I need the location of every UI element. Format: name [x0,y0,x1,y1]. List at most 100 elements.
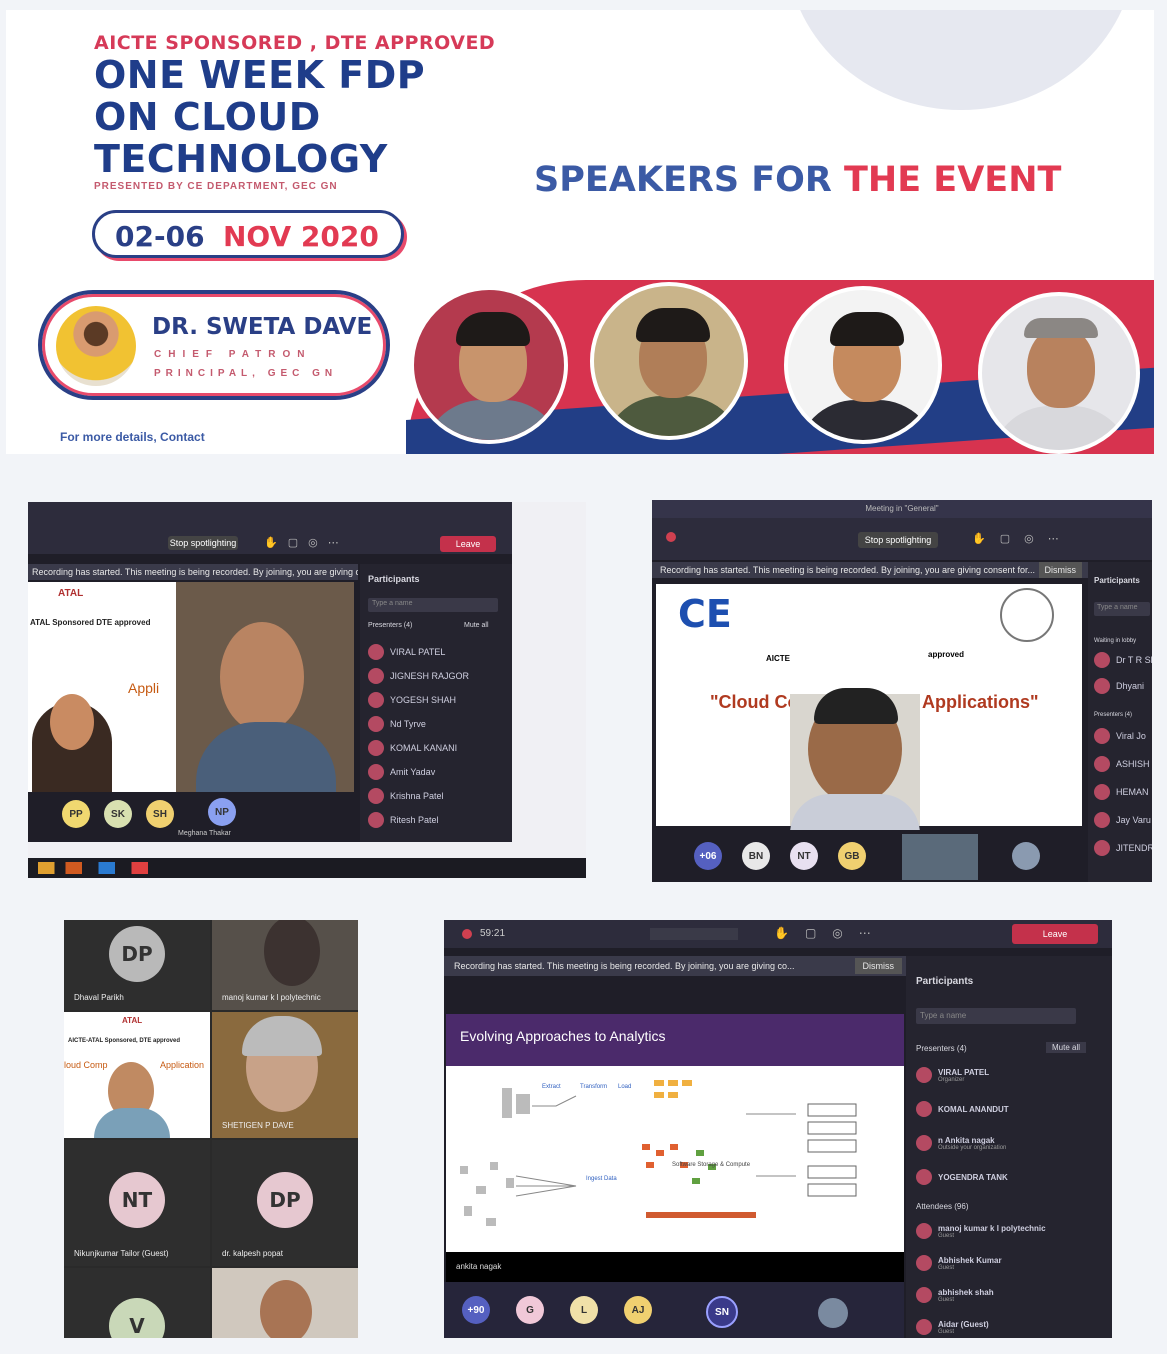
leave-button[interactable]: Leave [440,536,496,552]
participant-role: Guest [938,1328,955,1335]
stop-spotlight-button[interactable]: Stop spotlighting [168,536,238,550]
participant-row[interactable]: VIRAL PATEL [368,642,445,662]
gallery-tile-4[interactable]: SHETIGEN P DAVE [212,1012,358,1138]
gallery-tile-5[interactable]: NT Nikunjkumar Tailor (Guest) [64,1140,210,1266]
participant-avatar [368,716,384,732]
taskbar-app-icons[interactable] [38,862,148,874]
stop-spotlight-button[interactable]: Stop spotlighting [858,532,938,548]
participant-avatar [1094,784,1110,800]
participant-row[interactable]: VIRAL PATEL Organizer [916,1062,989,1088]
participant-name: YOGENDRA TANK [938,1172,1008,1182]
participant-avatar[interactable]: NT [790,842,818,870]
participant-row[interactable]: n Ankita nagak Outside your organization [916,1130,1006,1156]
participant-row[interactable]: YOGESH SHAH [368,690,456,710]
gallery-tile-6[interactable]: DP dr. kalpesh popat [212,1140,358,1266]
leave-button[interactable]: Leave [1012,924,1098,944]
participant-row[interactable]: Aidar (Guest) Guest [916,1314,989,1338]
meeting-screenshot-2: Meeting in "General" Stop spotlighting ✋… [652,500,1152,882]
participant-row[interactable]: Dhyani [1094,676,1144,696]
slide-line2: loud Comp [64,1060,108,1070]
participant-role: Organizer [938,1076,965,1083]
tile-name: Nikunjkumar Tailor (Guest) [74,1249,169,1258]
participant-video [260,1280,312,1338]
gallery-tile-3[interactable]: ATAL AICTE-ATAL Sponsored, DTE approved … [64,1012,210,1138]
participant-avatar [916,1135,932,1151]
participant-search[interactable]: Type a name [1094,602,1150,616]
mute-all-button[interactable]: Mute all [1046,1042,1087,1053]
participant-row[interactable]: manoj kumar k l polytechnic Guest [916,1218,1046,1244]
participant-avatar[interactable]: G [516,1296,544,1324]
bottom-avatar-strip: PP SK SH NP Meghana Thakar [28,792,354,842]
participant-avatar [368,668,384,684]
participant-row[interactable]: ASHISH [1094,754,1150,774]
participants-title: Participants [916,976,974,987]
event-title-line2: ON CLOUD [94,95,321,139]
dismiss-button[interactable]: Dismiss [1038,562,1082,578]
participant-row[interactable]: KOMAL ANANDUT [916,1096,1009,1122]
participant-name: Viral Jo [1116,731,1146,741]
participant-name: HEMAN [1116,787,1149,797]
gallery-tile-1[interactable]: DP Dhaval Parikh [64,920,210,1010]
dismiss-button[interactable]: Dismiss [854,958,902,974]
participant-photo-avatar [818,1298,848,1328]
participant-row[interactable]: JIGNESH RAJGOR [368,666,469,686]
gallery-tile-7[interactable]: V [64,1268,210,1338]
participant-avatar[interactable]: BN [742,842,770,870]
participant-row[interactable]: Abhishek Kumar Guest [916,1250,1002,1276]
participant-row[interactable]: Ritesh Patel [368,810,439,830]
participant-avatar [1094,812,1110,828]
participant-row[interactable]: YOGENDRA TANK [916,1164,1008,1190]
participant-avatar [1094,678,1110,694]
participant-info: Abhishek Kumar Guest [938,1256,1002,1271]
participant-row[interactable]: KOMAL KANANI [368,738,457,758]
participant-row[interactable]: Nd Tyrve [368,714,426,734]
participant-avatar[interactable]: +06 [694,842,722,870]
speaker-face [220,622,304,732]
participant-row[interactable]: HEMAN [1094,782,1149,802]
participant-row[interactable]: abhishek shah Guest [916,1282,994,1308]
participant-avatar[interactable]: GB [838,842,866,870]
slide-line1: AICTE-ATAL Sponsored, DTE approved [68,1038,181,1044]
date-badge: 02-06 NOV 2020 [92,210,404,258]
participant-video [264,920,320,986]
participant-avatar[interactable]: SH [146,800,174,828]
record-indicator-icon [666,532,676,542]
participant-avatar[interactable]: SK [104,800,132,828]
participant-avatar[interactable]: NP [208,798,236,826]
participant-role: Guest [938,1264,955,1271]
slide-logo: ATAL [122,1016,143,1025]
slide-header: Evolving Approaches to Analytics [446,1014,904,1066]
participant-row[interactable]: Jay Varu [1094,810,1151,830]
participant-avatar[interactable]: AJ [624,1296,652,1324]
event-title-line1: ONE WEEK FDP [94,53,426,97]
participant-avatar[interactable]: L [570,1296,598,1324]
slide-title-left: "Cloud Co [710,692,799,712]
recording-text: Recording has started. This meeting is b… [660,565,1036,575]
main-speaker-video [176,582,354,792]
call-controls-icons[interactable]: ✋▢◎⋯ [774,926,994,942]
participant-row[interactable]: Dr T R Sh [1094,650,1152,670]
meeting-screenshot-3-gallery: DP Dhaval Parikh manoj kumar k l polytec… [64,920,358,1338]
participant-name: JIGNESH RAJGOR [390,671,470,681]
mute-all-button[interactable]: Mute all [464,622,489,629]
event-banner: AICTE SPONSORED , DTE APPROVED ONE WEEK … [6,10,1154,454]
participant-avatar[interactable]: +90 [462,1296,490,1324]
participant-search[interactable]: Type a name [916,1008,1076,1024]
participant-row[interactable]: Krishna Patel [368,786,444,806]
waiting-label: Waiting in lobby [1094,638,1137,644]
participant-avatar[interactable]: SN [706,1296,738,1328]
gallery-tile-8[interactable] [212,1268,358,1338]
participant-search[interactable]: Type a name [368,598,498,612]
call-controls-icons[interactable]: ✋▢◎⋯ [264,536,384,550]
gallery-tile-2[interactable]: manoj kumar k l polytechnic [212,920,358,1010]
participant-avatar[interactable]: PP [62,800,90,828]
participant-row[interactable]: Amit Yadav [368,762,435,782]
slide-line2: approved [928,650,965,659]
participant-name: VIRAL PATEL [390,647,446,657]
call-controls-icons[interactable]: ✋▢◎⋯ [972,532,1132,546]
participant-row[interactable]: JITENDR [1094,838,1152,858]
participant-row[interactable]: Viral Jo [1094,726,1146,746]
participant-avatar [1094,728,1110,744]
participant-name: manoj kumar k l polytechnic [938,1223,1046,1233]
participant-name: Ritesh Patel [390,815,439,825]
